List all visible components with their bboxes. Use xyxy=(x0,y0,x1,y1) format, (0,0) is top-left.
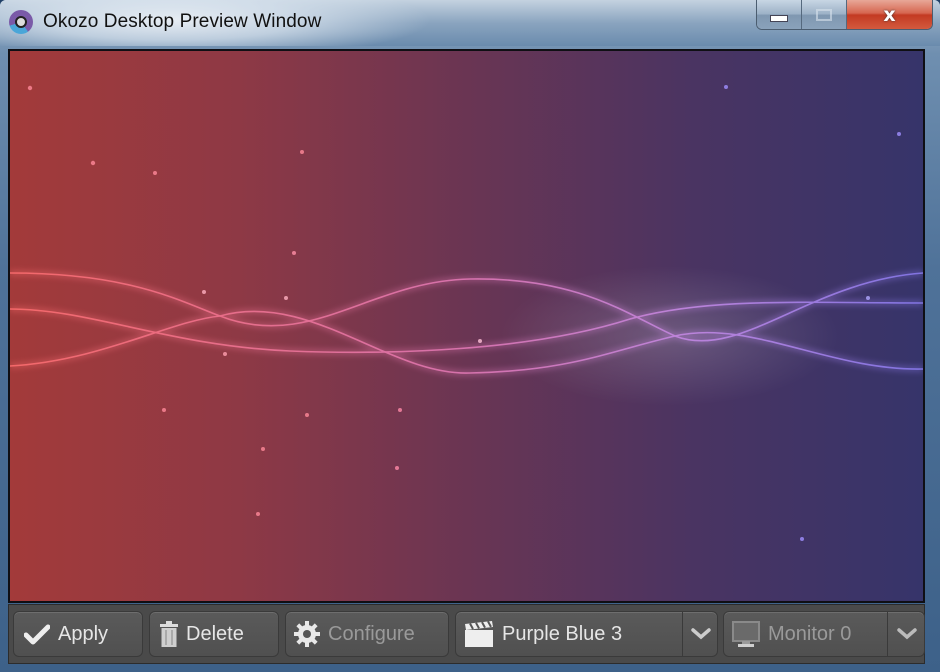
configure-button[interactable]: Configure xyxy=(285,611,449,657)
close-icon: x xyxy=(883,3,896,26)
theme-selected-value: Purple Blue 3 xyxy=(502,622,623,645)
wallpaper-art xyxy=(10,85,923,541)
delete-button[interactable]: Delete xyxy=(149,611,279,657)
wallpaper-preview xyxy=(8,49,925,603)
window-title: Okozo Desktop Preview Window xyxy=(43,11,322,32)
monitor-icon xyxy=(732,621,760,647)
apply-label: Apply xyxy=(58,622,109,645)
monitor-dropdown-toggle[interactable] xyxy=(888,612,926,656)
delete-label: Delete xyxy=(186,622,244,645)
maximize-icon xyxy=(816,8,832,21)
monitor-selected-value: Monitor 0 xyxy=(768,622,852,645)
chevron-down-icon xyxy=(691,628,711,640)
check-icon xyxy=(23,623,51,645)
maximize-button[interactable] xyxy=(802,0,847,29)
toolbar: Apply Delete Configure Purple Blue 3 Mon… xyxy=(8,604,925,664)
close-button[interactable]: x xyxy=(847,0,932,29)
trash-icon xyxy=(160,621,178,647)
caption-buttons: x xyxy=(756,0,933,30)
minimize-button[interactable] xyxy=(757,0,802,29)
configure-label: Configure xyxy=(328,622,415,645)
minimize-icon xyxy=(770,15,788,22)
theme-dropdown[interactable]: Purple Blue 3 xyxy=(455,611,718,657)
monitor-dropdown[interactable]: Monitor 0 xyxy=(723,611,925,657)
apply-button[interactable]: Apply xyxy=(13,611,143,657)
clapperboard-icon xyxy=(464,620,494,647)
chevron-down-icon xyxy=(897,628,917,640)
okozo-app-icon[interactable] xyxy=(9,10,33,34)
theme-dropdown-toggle[interactable] xyxy=(683,612,719,656)
preview-window: Okozo Desktop Preview Window x Apply Del… xyxy=(0,0,940,672)
gear-icon xyxy=(294,621,320,647)
title-bar[interactable]: Okozo Desktop Preview Window x xyxy=(0,0,940,46)
